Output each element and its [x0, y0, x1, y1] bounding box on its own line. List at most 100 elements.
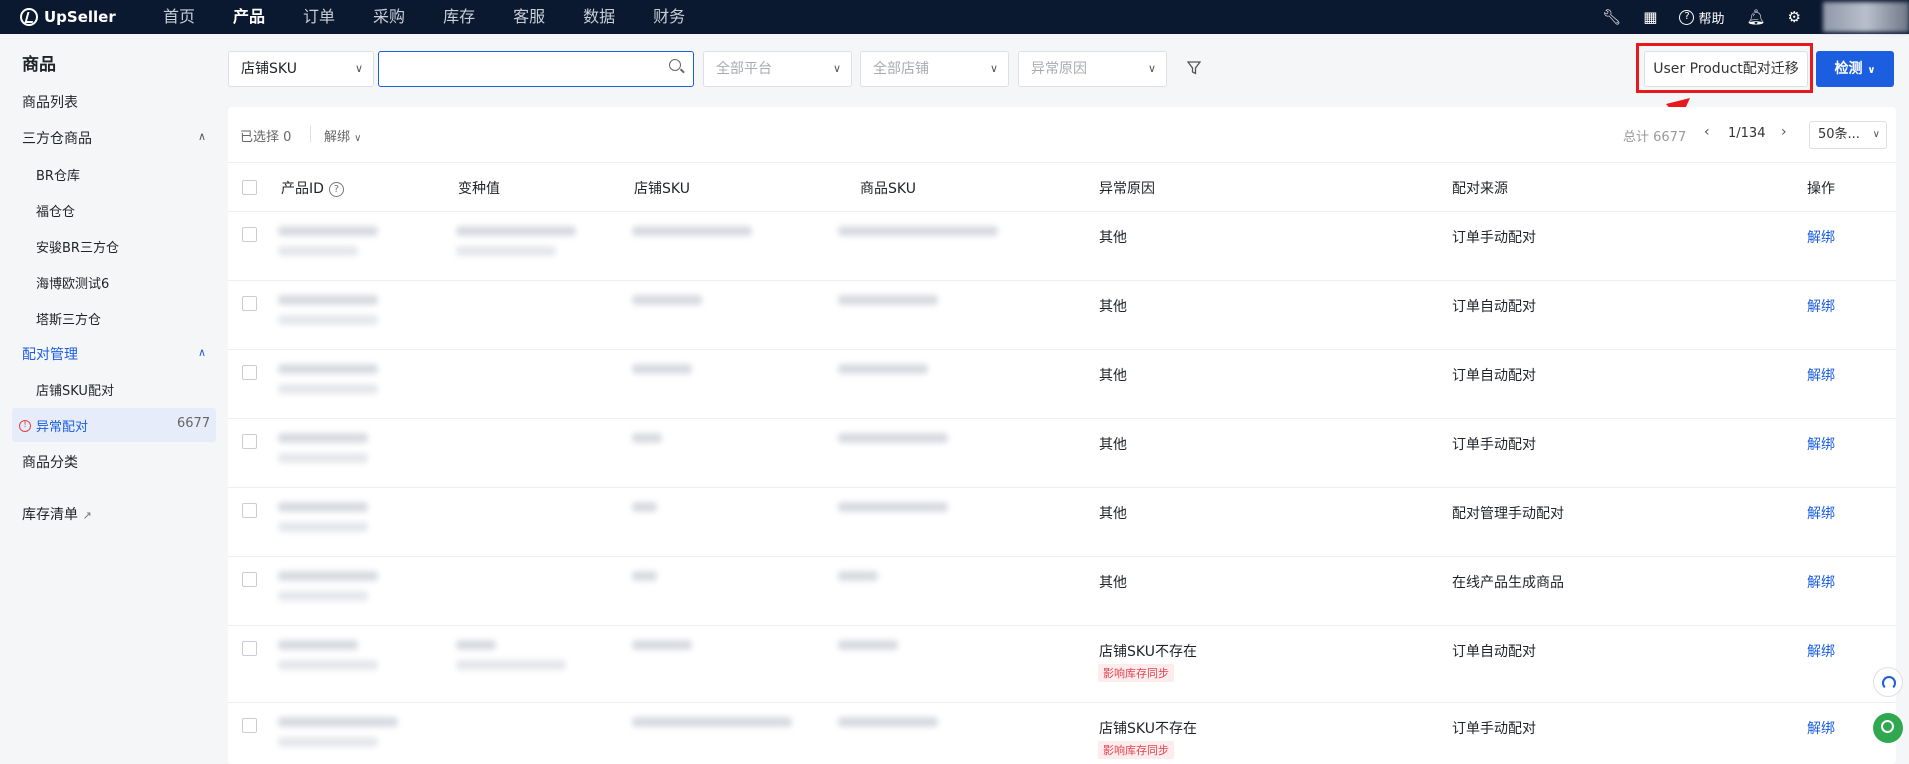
help-circle-icon[interactable]: ? — [328, 182, 344, 197]
prev-page-icon[interactable]: ‹ — [1704, 124, 1710, 140]
chevron-down-icon: ∨ — [989, 62, 998, 75]
product-name-redacted — [278, 384, 378, 394]
sidebar-item-category[interactable]: 商品分类 — [22, 452, 78, 472]
chevron-up-icon[interactable]: ∧ — [198, 130, 206, 143]
external-link-icon: ↗ — [82, 509, 92, 522]
highlight-frame — [1636, 43, 1813, 93]
gear-icon[interactable]: ⚙ — [1788, 8, 1801, 26]
status-badge: 影响库存同步 — [1098, 741, 1174, 759]
row-checkbox[interactable] — [242, 572, 257, 587]
product-name-redacted — [278, 591, 368, 601]
pairing-source: 订单手动配对 — [1452, 721, 1536, 737]
row-checkbox[interactable] — [242, 641, 257, 656]
sidebar-item-inventory-list[interactable]: 库存清单 ↗ — [22, 504, 92, 524]
reason-placeholder: 异常原因 — [1031, 61, 1087, 77]
search-icon[interactable] — [669, 59, 681, 71]
chevron-down-icon: ∨ — [354, 62, 363, 75]
nav-item-customer-service[interactable]: 客服 — [513, 0, 545, 34]
sku-type-select[interactable]: 店铺SKU ∨ — [228, 51, 374, 87]
reason-select[interactable]: 异常原因 ∨ — [1018, 51, 1167, 87]
row-checkbox[interactable] — [242, 718, 257, 733]
sidebar-item-store-sku-pairing[interactable]: 店铺SKU配对 — [36, 380, 114, 399]
next-page-icon[interactable]: › — [1781, 124, 1787, 140]
bulk-unbind-button[interactable]: 解绑 ∨ — [324, 126, 361, 145]
row-checkbox[interactable] — [242, 227, 257, 242]
store-sku-redacted — [632, 571, 657, 581]
brand-logo[interactable]: UpSeller — [20, 8, 140, 26]
headset-support-icon[interactable] — [1873, 667, 1903, 697]
abnormal-reason: 其他 — [1099, 506, 1127, 522]
sidebar-item-product-list[interactable]: 商品列表 — [22, 92, 78, 112]
unbind-link[interactable]: 解绑 — [1807, 296, 1835, 316]
question-icon: ? — [1679, 9, 1695, 25]
row-checkbox[interactable] — [242, 296, 257, 311]
store-sku-redacted — [632, 640, 692, 650]
item-sku-redacted — [838, 364, 928, 374]
nav-item-home[interactable]: 首页 — [163, 0, 195, 34]
row-checkbox[interactable] — [242, 503, 257, 518]
bell-icon[interactable]: 🔔︎ — [1747, 8, 1766, 26]
store-sku-redacted — [632, 364, 692, 374]
sidebar-item-warehouse[interactable]: 塔斯三方仓 — [36, 309, 101, 328]
store-select[interactable]: 全部店铺 ∨ — [860, 51, 1009, 87]
unbind-link[interactable]: 解绑 — [1807, 718, 1835, 738]
column-header-reason: 异常原因 — [1099, 181, 1155, 197]
unbind-link[interactable]: 解绑 — [1807, 434, 1835, 454]
column-header-product-id: 产品ID? — [281, 178, 344, 198]
unbind-link[interactable]: 解绑 — [1807, 503, 1835, 523]
variant-redacted — [456, 640, 496, 650]
sidebar-item-warehouse[interactable]: 福仓仓 — [36, 201, 75, 220]
table-row: 其他 订单自动配对 解绑 — [228, 281, 1896, 350]
table-row: 其他 订单自动配对 解绑 — [228, 350, 1896, 419]
item-sku-redacted — [838, 502, 948, 512]
results-panel: 已选择 0 解绑 ∨ 总计 6677 ‹ 1/134 › 50条... ∨ 产品… — [228, 107, 1896, 764]
row-checkbox[interactable] — [242, 434, 257, 449]
nav-item-orders[interactable]: 订单 — [303, 0, 335, 34]
unbind-link[interactable]: 解绑 — [1807, 572, 1835, 592]
status-badge: 影响库存同步 — [1098, 664, 1174, 682]
table-row: 店铺SKU不存在 影响库存同步 订单手动配对 解绑 — [228, 703, 1896, 764]
sidebar-item-warehouse[interactable]: BR仓库 — [36, 165, 80, 184]
sidebar-item-third-party[interactable]: 三方仓商品 — [22, 128, 92, 148]
store-sku-redacted — [632, 295, 702, 305]
alert-circle-icon: ! — [19, 420, 31, 432]
filter-icon[interactable] — [1187, 61, 1201, 75]
nav-item-purchase[interactable]: 采购 — [373, 0, 405, 34]
chevron-up-icon[interactable]: ∧ — [198, 346, 206, 359]
item-sku-redacted — [838, 295, 938, 305]
abnormal-reason: 其他 — [1099, 575, 1127, 591]
nav-item-inventory[interactable]: 库存 — [443, 0, 475, 34]
platform-select[interactable]: 全部平台 ∨ — [703, 51, 852, 87]
user-account[interactable] — [1823, 2, 1909, 32]
chevron-down-icon: ∨ — [832, 62, 841, 75]
column-header-store-sku: 店铺SKU — [634, 181, 690, 197]
divider — [310, 126, 311, 142]
pairing-source: 订单自动配对 — [1452, 368, 1536, 384]
abnormal-reason: 其他 — [1099, 437, 1127, 453]
unbind-link[interactable]: 解绑 — [1807, 227, 1835, 247]
pairing-source: 订单手动配对 — [1452, 437, 1536, 453]
search-assist-icon[interactable] — [1873, 713, 1903, 743]
row-checkbox[interactable] — [242, 365, 257, 380]
sidebar-item-warehouse[interactable]: 海博欧测试6 — [36, 273, 109, 292]
wrench-icon[interactable]: 🔧︎ — [1602, 8, 1621, 26]
unbind-link[interactable]: 解绑 — [1807, 641, 1835, 661]
unbind-link[interactable]: 解绑 — [1807, 365, 1835, 385]
detect-button[interactable]: 检测 ∨ — [1816, 51, 1894, 87]
sidebar-item-warehouse[interactable]: 安骏BR三方仓 — [36, 237, 119, 256]
sidebar-item-pairing[interactable]: 配对管理 — [22, 344, 78, 364]
column-header-source: 配对来源 — [1452, 181, 1508, 197]
store-sku-redacted — [632, 226, 752, 236]
product-name-redacted — [278, 246, 358, 256]
product-name-redacted — [278, 737, 378, 747]
table-row: 其他 配对管理手动配对 解绑 — [228, 488, 1896, 557]
nav-item-data[interactable]: 数据 — [583, 0, 615, 34]
nav-item-finance[interactable]: 财务 — [653, 0, 685, 34]
help-button[interactable]: ? 帮助 — [1679, 8, 1725, 27]
apps-grid-icon[interactable]: ▦ — [1643, 8, 1657, 26]
search-input[interactable] — [378, 51, 694, 87]
nav-item-products[interactable]: 产品 — [233, 0, 265, 34]
table-row: 其他 在线产品生成商品 解绑 — [228, 557, 1896, 626]
page-size-select[interactable]: 50条... ∨ — [1809, 121, 1887, 149]
select-all-checkbox[interactable] — [242, 180, 257, 195]
